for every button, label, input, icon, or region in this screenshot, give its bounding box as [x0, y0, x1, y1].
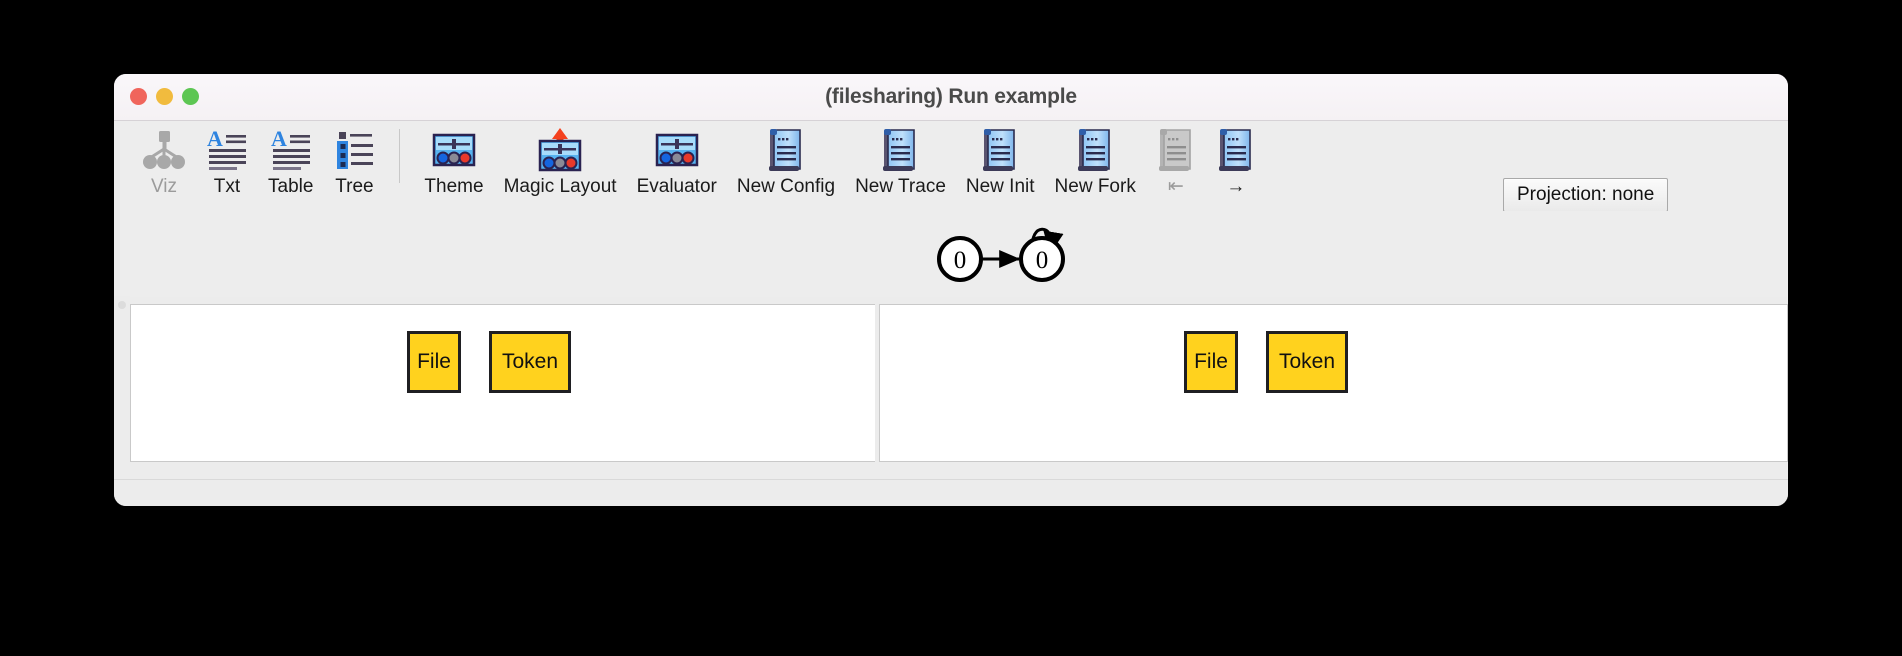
toolbar-label-new-fork: New Fork	[1054, 176, 1136, 197]
scroll-document-icon	[1075, 127, 1115, 173]
toolbar-item-new-init[interactable]: New Init	[956, 121, 1045, 198]
state-graph-strip: 0 0	[114, 211, 1788, 297]
toolbar-label-new-init: New Init	[965, 176, 1035, 197]
toolbar-items: Viz A Txt A Table Tree Theme Magic Layou…	[114, 121, 1266, 211]
toolbar-label-magic-layout: Magic Layout	[503, 176, 617, 197]
toolbar-item-evaluator[interactable]: Evaluator	[627, 121, 727, 198]
instance-node-token[interactable]: Token	[1266, 331, 1348, 393]
table-document-icon: A	[270, 127, 312, 173]
toolbar-label-theme: Theme	[424, 176, 484, 197]
toolbar-item-viz[interactable]: Viz	[132, 121, 196, 198]
toolbar-item-tree[interactable]: Tree	[323, 121, 385, 198]
scroll-document-grey-icon	[1156, 127, 1196, 173]
instance-node-file[interactable]: File	[407, 331, 461, 393]
state-node-label: 0	[1036, 247, 1049, 274]
toolbar-item-table[interactable]: A Table	[258, 121, 323, 198]
toolbar-item-go-to-start[interactable]: ⇤	[1146, 121, 1206, 198]
tree-list-icon	[333, 127, 375, 173]
toolbar-label-next-state: →	[1226, 176, 1246, 197]
scroll-document-icon	[766, 127, 806, 173]
state-node-label: 0	[954, 247, 967, 274]
toolbar-label-txt: Txt	[213, 176, 241, 197]
instance-node-label: Token	[501, 350, 559, 373]
toolbar-label-table: Table	[268, 176, 314, 197]
splitter-dot-icon	[118, 301, 126, 309]
window-titlebar: (filesharing) Run example	[114, 74, 1788, 121]
viz-graph-icon	[142, 127, 186, 173]
theme-sliders-icon	[432, 127, 476, 173]
scroll-document-icon	[980, 127, 1020, 173]
toolbar-item-theme[interactable]: Theme	[414, 121, 493, 198]
scroll-document-icon	[1216, 127, 1256, 173]
toolbar-label-new-config: New Config	[736, 176, 836, 197]
app-window: (filesharing) Run example Viz A Txt A Ta…	[114, 74, 1788, 506]
instance-node-file[interactable]: File	[1184, 331, 1238, 393]
toolbar-label-new-trace: New Trace	[855, 176, 946, 197]
projection-button[interactable]: Projection: none	[1503, 178, 1669, 212]
content-area: File Token File Token	[130, 304, 1788, 462]
window-footer	[114, 479, 1788, 506]
instance-node-label: File	[417, 350, 451, 373]
toolbar-label-viz: Viz	[150, 176, 178, 197]
evaluator-sliders-icon	[655, 127, 699, 173]
toolbar-item-new-fork[interactable]: New Fork	[1045, 121, 1146, 198]
instance-node-label: Token	[1278, 350, 1336, 373]
toolbar-item-magic-layout[interactable]: Magic Layout	[494, 121, 627, 198]
text-document-icon: A	[206, 127, 248, 173]
toolbar: Viz A Txt A Table Tree Theme Magic Layou…	[114, 121, 1788, 212]
svg-text:A: A	[207, 129, 223, 151]
magic-layout-icon	[538, 127, 582, 173]
window-title: (filesharing) Run example	[825, 85, 1077, 108]
right-instance-pane[interactable]: File Token	[879, 304, 1788, 462]
scroll-document-icon	[880, 127, 920, 173]
toolbar-label-tree: Tree	[335, 176, 374, 197]
toolbar-item-txt[interactable]: A Txt	[196, 121, 258, 198]
left-instance-pane[interactable]: File Token	[130, 304, 875, 462]
toolbar-label-evaluator: Evaluator	[636, 176, 717, 197]
toolbar-label-go-to-start: ⇤	[1167, 176, 1184, 197]
desktop-background: (filesharing) Run example Viz A Txt A Ta…	[0, 0, 1902, 656]
state-graph[interactable]: 0 0	[934, 203, 1094, 299]
instance-node-label: File	[1194, 350, 1228, 373]
toolbar-item-new-trace[interactable]: New Trace	[845, 121, 956, 198]
pane-splitter-handle[interactable]	[114, 296, 130, 314]
svg-text:A: A	[271, 129, 287, 151]
toolbar-item-new-config[interactable]: New Config	[727, 121, 845, 198]
toolbar-item-next-state[interactable]: →	[1206, 121, 1266, 198]
toolbar-separator	[399, 129, 401, 183]
instance-node-token[interactable]: Token	[489, 331, 571, 393]
